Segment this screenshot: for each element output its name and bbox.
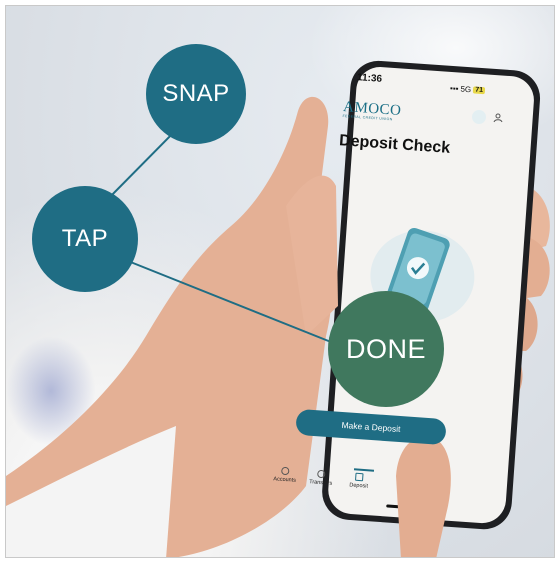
step-snap-bubble: SNAP: [146, 44, 246, 144]
step-done-bubble: DONE: [328, 291, 444, 407]
step-tap-bubble: TAP: [32, 186, 138, 292]
thumb: [396, 436, 451, 557]
hero-image: 11:36 ▪▪▪ 5G 71 AMOCO FEDERAL CREDIT UNI…: [5, 5, 555, 558]
